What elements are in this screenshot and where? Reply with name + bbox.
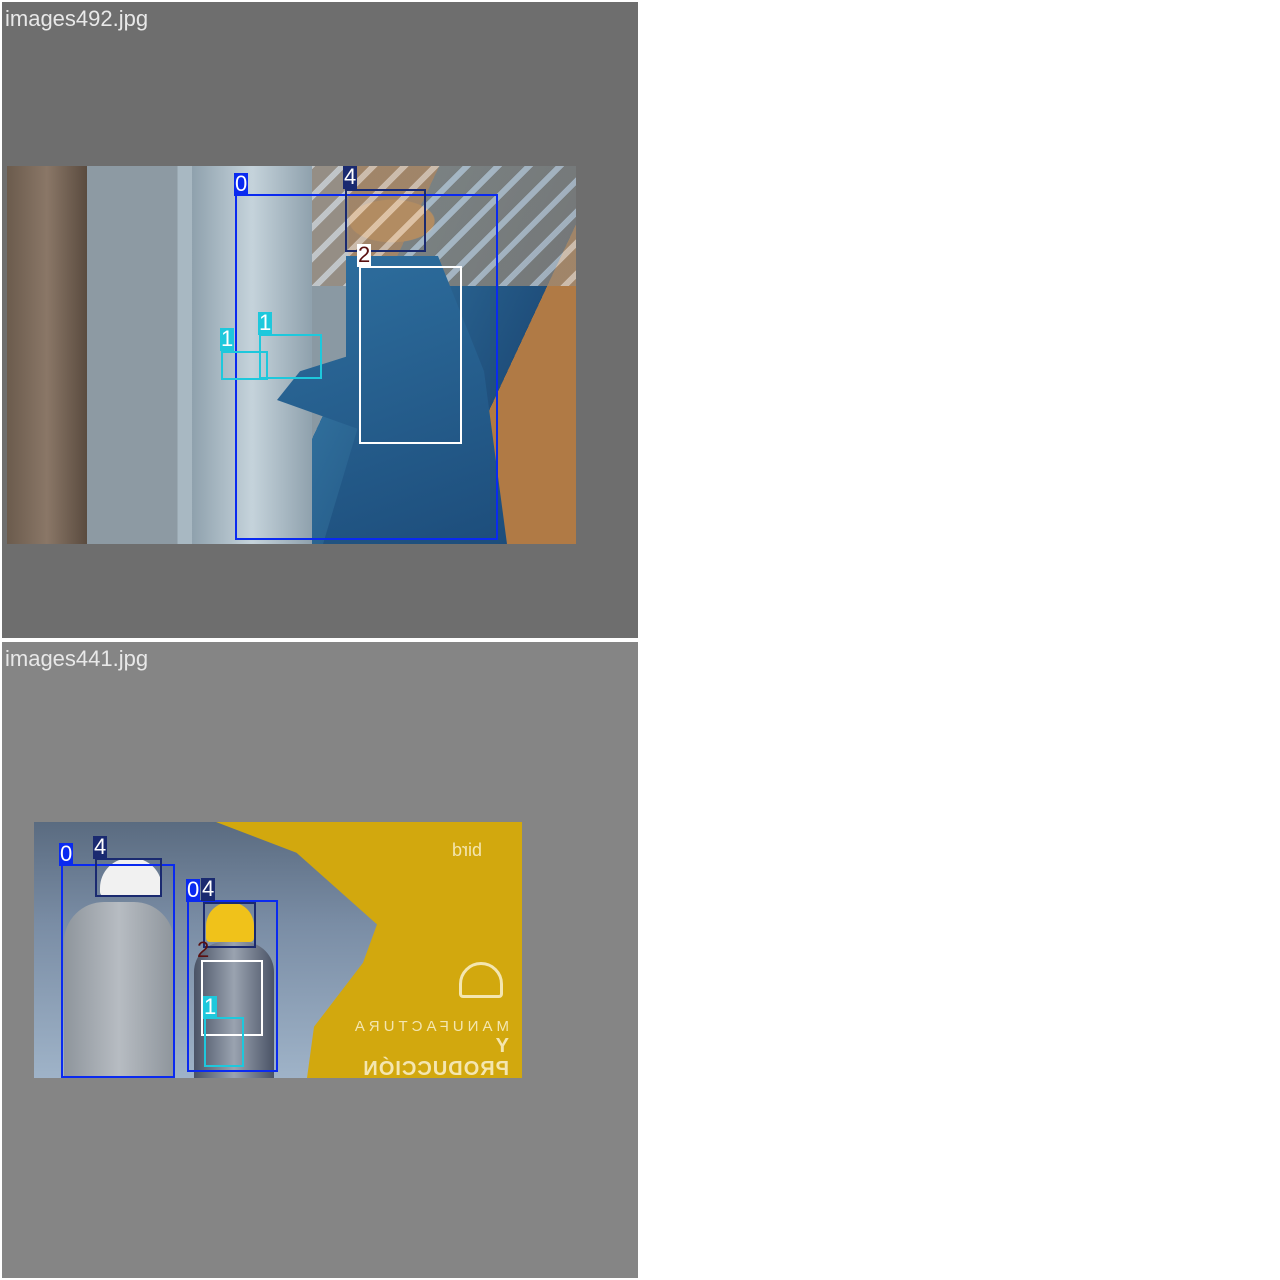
bbox-label: 1	[258, 310, 273, 335]
bbox-label: 4	[201, 876, 216, 901]
bbox-class-1	[259, 334, 322, 379]
image-text: MANUFACTURA Y PRODUCCIÓN	[350, 1018, 509, 1078]
bbox-class-4	[95, 858, 162, 897]
bbox-label: 0	[186, 877, 201, 902]
bbox-label: 2	[357, 242, 372, 267]
bbox-class-2	[359, 266, 462, 444]
filename-label: images492.jpg	[5, 6, 149, 31]
bbox-label: 1	[203, 994, 218, 1019]
filename-label: images441.jpg	[5, 646, 149, 671]
helmet-icon	[459, 962, 503, 998]
bbox-label: 4	[93, 834, 108, 859]
bbox-class-4	[203, 902, 256, 948]
bbox-label: 1	[220, 326, 235, 351]
bbox-class-1	[204, 1017, 244, 1067]
bbox-label: 2	[197, 937, 210, 962]
bbox-label: 4	[343, 164, 358, 189]
bbox-label: 0	[234, 171, 249, 196]
image-logo: bird	[452, 840, 483, 860]
bbox-label: 0	[59, 841, 74, 866]
